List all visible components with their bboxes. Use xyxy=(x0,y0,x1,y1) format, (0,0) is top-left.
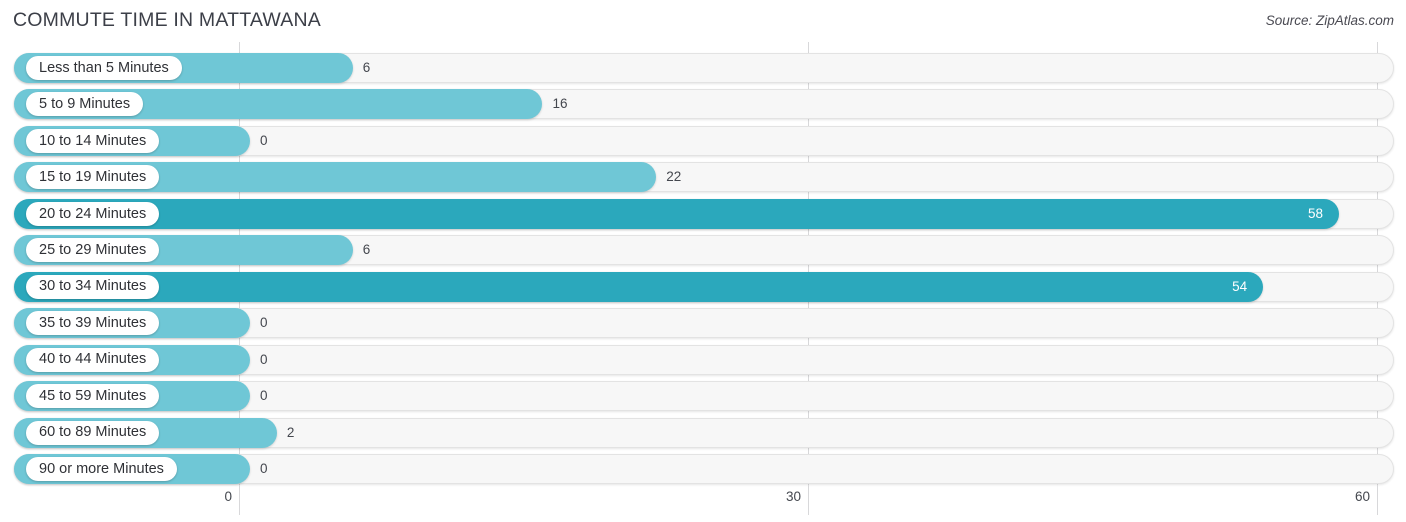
bar-category-label-text: 40 to 44 Minutes xyxy=(39,351,147,368)
bar-category-label-text: 45 to 59 Minutes xyxy=(39,387,147,404)
bar-category-label-text: 30 to 34 Minutes xyxy=(39,278,147,295)
bar-value-label: 0 xyxy=(260,388,268,404)
bar-category-label: 15 to 19 Minutes xyxy=(26,165,160,190)
bar-value-label: 2 xyxy=(286,424,295,440)
bar-value-label: 6 xyxy=(362,242,371,258)
bar-row[interactable]: 90 or more Minutes 0 xyxy=(0,453,1406,484)
bar-row[interactable]: 20 to 24 Minutes 58 xyxy=(0,198,1406,229)
x-axis: 0 30 60 xyxy=(0,485,1406,522)
bar-category-label: 5 to 9 Minutes xyxy=(26,92,144,117)
bar-value-label: 16 xyxy=(552,96,568,112)
bar-value-label: 22 xyxy=(666,169,682,185)
bar-category-label-text: 10 to 14 Minutes xyxy=(39,132,147,149)
bar-category-label-text: 60 to 89 Minutes xyxy=(39,424,147,441)
bar-row[interactable]: 45 to 59 Minutes 0 xyxy=(0,381,1406,412)
bar-category-label-text: 15 to 19 Minutes xyxy=(39,169,147,186)
bar-value-label: 54 xyxy=(1232,278,1248,294)
bar-category-label-text: Less than 5 Minutes xyxy=(39,59,169,76)
axis-tick-label: 0 xyxy=(224,489,232,504)
bar-row[interactable]: 35 to 39 Minutes 0 xyxy=(0,308,1406,339)
bar-category-label: 45 to 59 Minutes xyxy=(26,384,160,409)
bar-value-label: 6 xyxy=(362,60,371,75)
bar-row[interactable]: 40 to 44 Minutes 0 xyxy=(0,344,1406,375)
axis-tick xyxy=(239,485,240,515)
bar-category-label: 40 to 44 Minutes xyxy=(26,347,160,372)
bar-value-label: 58 xyxy=(1308,205,1324,221)
source-attribution: Source: ZipAtlas.com xyxy=(1265,13,1394,28)
bar-category-label: Less than 5 Minutes xyxy=(26,56,182,80)
bar-category-label: 25 to 29 Minutes xyxy=(26,238,160,263)
bar-category-label-text: 5 to 9 Minutes xyxy=(39,96,131,113)
bar-category-label-text: 90 or more Minutes xyxy=(39,460,164,477)
bar-value-label: 0 xyxy=(260,132,268,148)
bar-category-label-text: 35 to 39 Minutes xyxy=(39,314,147,331)
bar-value-label: 0 xyxy=(260,460,268,476)
bar-category-label-text: 20 to 24 Minutes xyxy=(39,205,147,222)
bar-category-label: 20 to 24 Minutes xyxy=(26,201,160,226)
bar-value-label: 0 xyxy=(260,315,268,331)
bar-value-label: 0 xyxy=(260,351,268,367)
bar-category-label-text: 25 to 29 Minutes xyxy=(39,242,147,258)
bar-row[interactable]: 10 to 14 Minutes 0 xyxy=(0,125,1406,156)
bar-row[interactable]: 15 to 19 Minutes 22 xyxy=(0,162,1406,193)
bar-category-label: 30 to 34 Minutes xyxy=(26,274,160,299)
bar-fill[interactable] xyxy=(14,198,1340,229)
chart-plot-area: Less than 5 Minutes 6 5 to 9 Minutes 16 10 t… xyxy=(0,42,1406,485)
chart-header: COMMUTE TIME IN MATTAWANA Source: ZipAtl… xyxy=(0,0,1406,42)
bar-row[interactable]: 25 to 29 Minutes 6 xyxy=(0,235,1406,266)
page-title: COMMUTE TIME IN MATTAWANA xyxy=(13,9,321,31)
bar-category-label: 60 to 89 Minutes xyxy=(26,420,160,445)
bar-row[interactable]: 30 to 34 Minutes 54 xyxy=(0,271,1406,302)
bar-row[interactable]: 60 to 89 Minutes 2 xyxy=(0,417,1406,448)
bar-row[interactable]: Less than 5 Minutes 6 xyxy=(0,53,1406,83)
axis-tick xyxy=(1377,485,1378,515)
bar-category-label: 35 to 39 Minutes xyxy=(26,311,160,336)
axis-tick xyxy=(808,485,809,515)
bar-category-label: 90 or more Minutes xyxy=(26,456,177,481)
bar-fill[interactable] xyxy=(14,271,1264,302)
bar-row[interactable]: 5 to 9 Minutes 16 xyxy=(0,89,1406,120)
axis-tick-label: 60 xyxy=(1354,489,1370,504)
axis-tick-label: 30 xyxy=(785,489,801,504)
bar-category-label: 10 to 14 Minutes xyxy=(26,128,160,153)
